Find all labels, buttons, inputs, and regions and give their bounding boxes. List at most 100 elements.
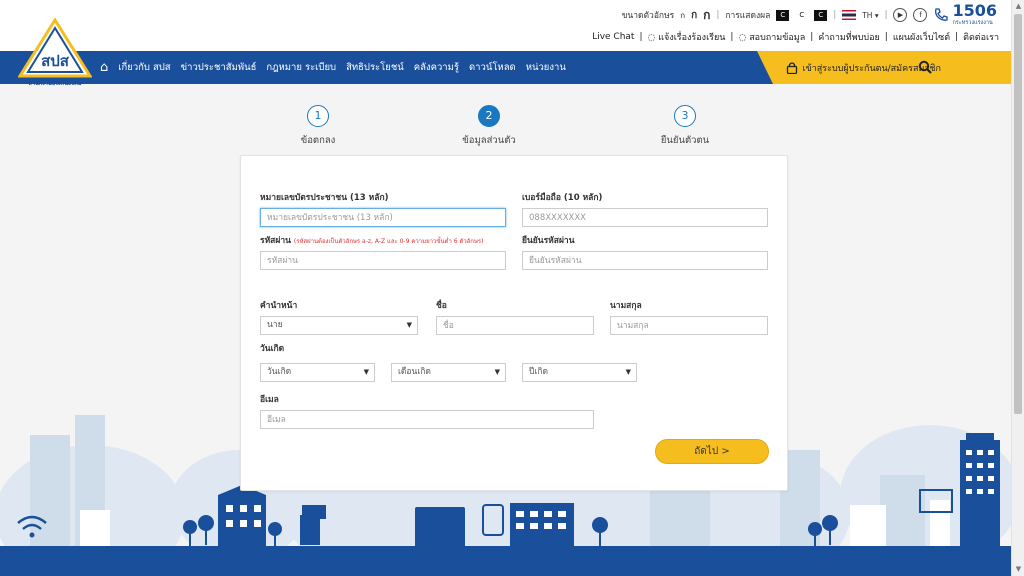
birth-year-select[interactable]: ปีเกิด ▼	[522, 363, 637, 382]
password-label-wrap: รหัสผ่าน (รหัสผ่านต้องเป็นตัวอักษร a-z, …	[260, 233, 506, 247]
nav-item-news[interactable]: ข่าวประชาสัมพันธ์	[181, 60, 257, 75]
separator: |	[884, 10, 888, 20]
confirm-password-field: ยืนยันรหัสผ่าน	[522, 233, 768, 270]
lastname-input[interactable]	[610, 316, 768, 335]
step-label: ข้อตกลง	[300, 135, 336, 146]
firstname-input[interactable]	[436, 316, 594, 335]
separator: |	[810, 32, 814, 42]
search-icon[interactable]	[918, 60, 932, 74]
hotline-badge[interactable]: 1506 กระทรวงแรงงาน	[933, 0, 997, 27]
page: ขนาดตัวอักษร ก ก ก | การแสดงผล C C C | T…	[0, 0, 1011, 576]
main-navbar: ⌂ เกี่ยวกับ สปส ข่าวประชาสัมพันธ์ กฎหมาย…	[0, 51, 1011, 84]
birth-month-value: เดือนเกิด	[398, 367, 431, 377]
header-links: Live Chat | ◌ แจ้งเรื่องร้องเรียน | ◌ สอ…	[592, 30, 999, 44]
firstname-field: ชื่อ	[436, 298, 594, 335]
separator: |	[716, 10, 720, 20]
lastname-field: นามสกุล	[610, 298, 768, 335]
language-selector[interactable]: TH ▾	[862, 11, 878, 20]
font-size-small[interactable]: ก	[680, 9, 685, 22]
birthdate-field: วันเกิด	[260, 341, 375, 359]
step-label: ยืนยันตัวตน	[660, 135, 710, 146]
separator: |	[833, 10, 837, 20]
nav-item-law[interactable]: กฎหมาย ระเบียบ	[266, 60, 336, 75]
step-agreement[interactable]: 1 ข้อตกลง	[258, 105, 378, 148]
hotline-number: 1506	[952, 0, 997, 20]
logo-caption: สำนักงานประกันสังคม	[28, 81, 82, 87]
font-size-large[interactable]: ก	[703, 6, 710, 25]
nav-item-about[interactable]: เกี่ยวกับ สปส	[118, 60, 170, 75]
birth-month-field: เดือนเกิด ▼	[391, 363, 506, 382]
separator: |	[639, 32, 643, 42]
chat-bubble-icon: ◌	[647, 33, 656, 43]
complaint-link[interactable]: ◌ แจ้งเรื่องร้องเรียน	[648, 30, 726, 44]
lastname-label: นามสกุล	[610, 301, 642, 311]
contrast-dark-button[interactable]: C	[776, 9, 790, 21]
live-chat-link[interactable]: Live Chat	[592, 32, 634, 42]
separator: |	[884, 32, 888, 42]
email-field: อีเมล	[260, 392, 594, 429]
password-input[interactable]	[260, 251, 506, 270]
title-select[interactable]: นาย ▼	[260, 316, 418, 335]
sitemap-link[interactable]: แผนผังเว็บไซต์	[893, 30, 950, 44]
nav-item-agencies[interactable]: หน่วยงาน	[526, 60, 566, 75]
step-verify-identity[interactable]: 3 ยืนยันตัวตน	[625, 105, 745, 148]
step-personal-info[interactable]: 2 ข้อมูลส่วนตัว	[429, 105, 549, 148]
home-icon[interactable]: ⌂	[100, 60, 108, 75]
birth-day-select[interactable]: วันเกิด ▼	[260, 363, 375, 382]
logo-mark-text: สปส	[41, 52, 70, 70]
birth-day-value: วันเกิด	[267, 367, 292, 377]
inquiry-link[interactable]: ◌ สอบถามข้อมูล	[738, 30, 805, 44]
chevron-down-icon: ▼	[363, 368, 369, 376]
contrast-normal-button[interactable]: C	[795, 9, 809, 21]
phone-input[interactable]	[522, 208, 768, 227]
password-hint: (รหัสผ่านต้องเป็นตัวอักษร a-z, A-Z และ 0…	[293, 238, 484, 245]
top-utility-bar: ขนาดตัวอักษร ก ก ก | การแสดงผล C C C | T…	[0, 0, 1011, 51]
birth-day-field: วันเกิด ▼	[260, 363, 375, 382]
thai-flag-icon	[842, 10, 857, 20]
font-size-medium[interactable]: ก	[691, 8, 697, 23]
contact-link[interactable]: ติดต่อเรา	[963, 30, 999, 44]
chevron-down-icon: ▼	[494, 368, 500, 376]
birth-year-value: ปีเกิด	[529, 367, 548, 377]
birthdate-label: วันเกิด	[260, 344, 285, 354]
id-card-input[interactable]	[260, 208, 506, 227]
page-scrollbar[interactable]: ▲ ▼	[1011, 0, 1024, 576]
scroll-up-arrow-icon[interactable]: ▲	[1012, 0, 1024, 13]
birth-month-select[interactable]: เดือนเกิด ▼	[391, 363, 506, 382]
title-value: นาย	[267, 320, 283, 330]
sso-logo[interactable]: สปส สำนักงานประกันสังคม	[17, 17, 93, 87]
youtube-icon[interactable]: ▶	[893, 8, 908, 22]
nav-item-benefits[interactable]: สิทธิประโยชน์	[346, 60, 404, 75]
language-value: TH	[862, 10, 873, 20]
title-field: คำนำหน้า นาย ▼	[260, 298, 418, 335]
nav-item-download[interactable]: ดาวน์โหลด	[469, 60, 516, 75]
scroll-down-arrow-icon[interactable]: ▼	[1012, 563, 1024, 576]
id-card-label: หมายเลขบัตรประชาชน (13 หลัก)	[260, 193, 389, 203]
confirm-password-input[interactable]	[522, 251, 768, 270]
footer-bar	[0, 546, 1011, 576]
chevron-down-icon: ▼	[625, 368, 631, 376]
title-label: คำนำหน้า	[260, 301, 298, 311]
phone-icon	[935, 8, 949, 21]
contrast-high-button[interactable]: C	[814, 9, 828, 21]
scrollbar-thumb[interactable]	[1014, 14, 1022, 414]
step-number: 3	[674, 105, 696, 127]
lock-icon	[786, 62, 797, 74]
next-button[interactable]: ถัดไป >	[655, 439, 769, 464]
birth-year-field: ปีเกิด ▼	[522, 363, 637, 382]
sso-logo-mark: สปส	[17, 17, 93, 78]
faq-link[interactable]: คำถามที่พบบ่อย	[818, 30, 879, 44]
email-label: อีเมล	[260, 395, 279, 405]
email-input[interactable]	[260, 410, 594, 429]
password-label: รหัสผ่าน	[260, 236, 291, 246]
chat-bubble-icon: ◌	[738, 33, 747, 43]
step-number: 2	[478, 105, 500, 127]
chevron-down-icon: ▾	[874, 10, 879, 20]
firstname-label: ชื่อ	[436, 301, 447, 311]
registration-stepper: 1 ข้อตกลง 2 ข้อมูลส่วนตัว 3 ยืนยันตัวตน	[240, 105, 786, 149]
complaint-link-label: แจ้งเรื่องร้องเรียน	[658, 33, 726, 43]
facebook-icon[interactable]: f	[913, 8, 928, 22]
font-size-label: ขนาดตัวอักษร	[621, 11, 675, 21]
nav-item-knowledge[interactable]: คลังความรู้	[414, 60, 459, 75]
hotline-sub: กระทรวงแรงงาน	[952, 19, 993, 26]
